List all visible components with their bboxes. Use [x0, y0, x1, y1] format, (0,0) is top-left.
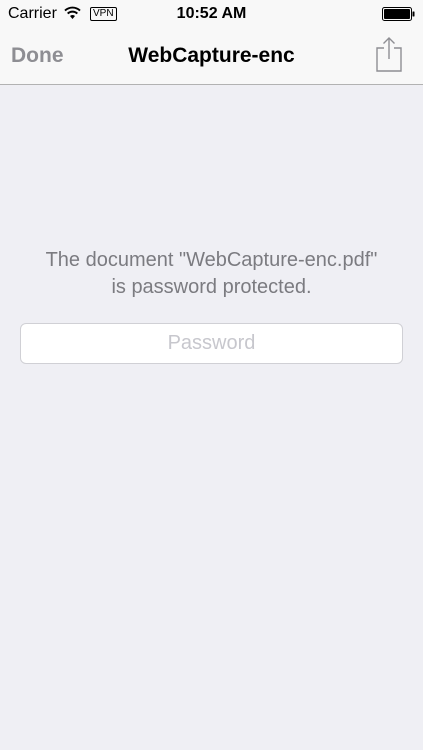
status-bar: Carrier VPN 10:52 AM	[0, 0, 423, 28]
navigation-bar: Done WebCapture-enc	[0, 28, 423, 85]
done-button[interactable]: Done	[11, 44, 64, 68]
status-time: 10:52 AM	[176, 5, 247, 22]
share-icon[interactable]	[374, 36, 404, 72]
password-protected-message: The document "WebCapture-enc.pdf" is pas…	[0, 247, 423, 301]
password-input[interactable]	[20, 323, 403, 364]
message-line-1: The document "WebCapture-enc.pdf"	[45, 249, 378, 271]
battery-full-icon	[382, 7, 415, 21]
message-line-2: is password protected.	[111, 276, 312, 298]
